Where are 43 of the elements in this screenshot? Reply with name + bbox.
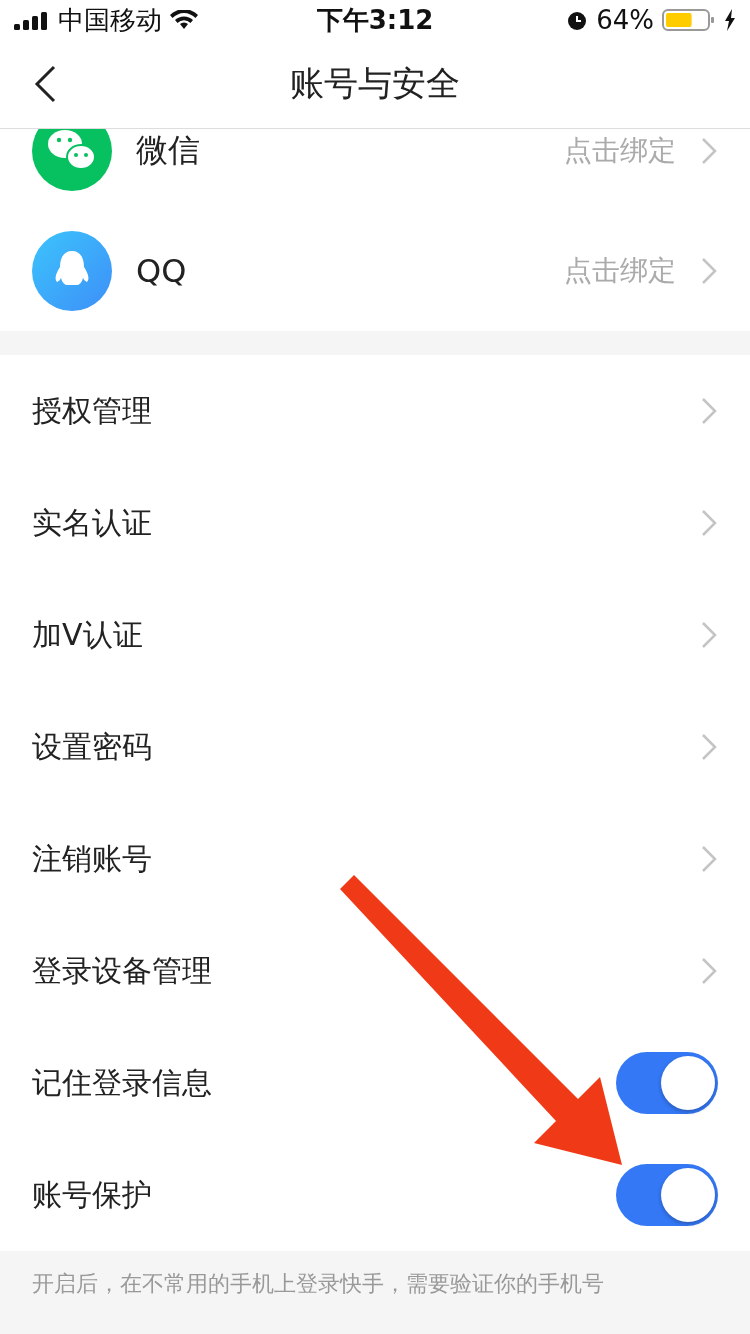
settings-label: 授权管理 [32, 391, 153, 430]
settings-label: 加V认证 [32, 615, 144, 654]
settings-label: 记住登录信息 [32, 1063, 213, 1102]
battery-percent: 64% [596, 5, 654, 35]
account-name: 微信 [136, 130, 201, 171]
chevron-right-icon [700, 256, 718, 286]
settings-item[interactable]: 登录设备管理 [0, 915, 750, 1027]
chevron-right-icon [700, 396, 718, 426]
signal-icon [14, 10, 50, 30]
settings-label: 实名认证 [32, 503, 153, 542]
settings-item[interactable]: 注销账号 [0, 803, 750, 915]
settings-label: 登录设备管理 [32, 951, 213, 990]
account-binding-item[interactable]: QQ 点击绑定 [0, 211, 750, 331]
chevron-right-icon [700, 956, 718, 986]
bind-label: 点击绑定 [564, 133, 676, 169]
clock-time: 下午3:12 [316, 3, 434, 37]
toggle-switch[interactable] [616, 1052, 718, 1114]
chevron-right-icon [700, 620, 718, 650]
settings-item[interactable]: 实名认证 [0, 467, 750, 579]
account-name: QQ [136, 252, 188, 290]
chevron-right-icon [700, 732, 718, 762]
alarm-icon [566, 9, 589, 31]
settings-item[interactable]: 加V认证 [0, 579, 750, 691]
penguin-icon [32, 231, 112, 311]
chevron-right-icon [700, 508, 718, 538]
back-icon [34, 65, 56, 103]
chevron-right-icon [700, 844, 718, 874]
footer-note: 开启后，在不常用的手机上登录快手，需要验证你的手机号 [32, 1270, 605, 1298]
wifi-icon [170, 10, 198, 30]
account-binding-item[interactable]: 微信 点击绑定 [0, 129, 750, 211]
settings-label: 设置密码 [32, 727, 153, 766]
charging-bolt-icon [724, 9, 736, 31]
settings-item[interactable]: 设置密码 [0, 691, 750, 803]
settings-item[interactable]: 授权管理 [0, 355, 750, 467]
settings-label: 注销账号 [32, 839, 153, 878]
carrier-name: 中国移动 [58, 3, 162, 37]
settings-label: 账号保护 [32, 1175, 153, 1214]
bind-label: 点击绑定 [564, 253, 676, 289]
chat-bubbles-icon [32, 129, 112, 191]
battery-icon [662, 8, 716, 32]
page-title: 账号与安全 [290, 62, 460, 105]
toggle-switch[interactable] [616, 1164, 718, 1226]
chevron-right-icon [700, 136, 718, 166]
